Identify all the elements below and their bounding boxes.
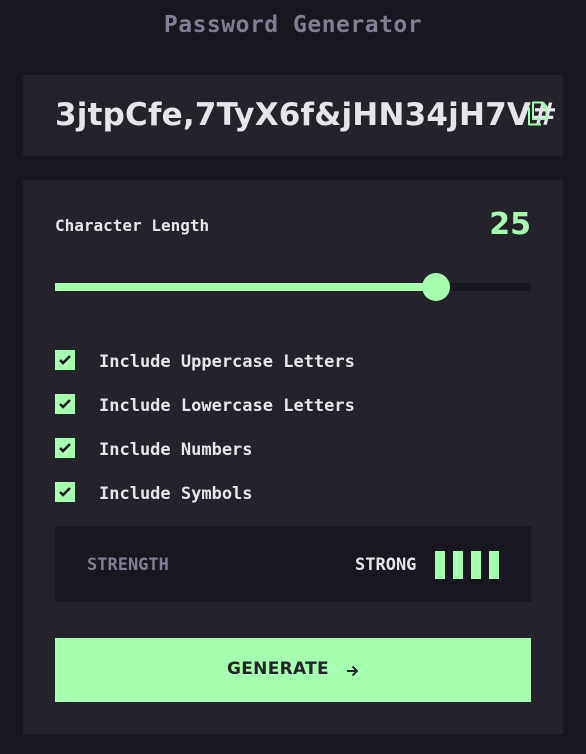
option-numbers[interactable]: Include Numbers <box>55 438 531 460</box>
slider-thumb[interactable] <box>421 273 450 301</box>
checkbox-symbols[interactable] <box>55 482 75 502</box>
option-uppercase[interactable]: Include Uppercase Letters <box>55 350 531 372</box>
password-display: 3jtpCfe,7TyX6f&jHN34jH7V# <box>23 75 563 156</box>
option-lowercase[interactable]: Include Lowercase Letters <box>55 394 531 416</box>
password-text: 3jtpCfe,7TyX6f&jHN34jH7V# <box>55 97 558 133</box>
check-icon <box>59 443 71 453</box>
checkbox-uppercase[interactable] <box>55 350 75 370</box>
character-length-value: 25 <box>489 207 531 242</box>
option-symbols-label: Include Symbols <box>99 484 253 504</box>
option-symbols[interactable]: Include Symbols <box>55 482 531 504</box>
strength-label: STRENGTH <box>87 555 169 575</box>
option-lowercase-label: Include Lowercase Letters <box>99 396 355 416</box>
strength-meter: STRENGTH STRONG <box>55 526 531 602</box>
strength-bar <box>489 551 499 579</box>
arrow-right-icon <box>347 665 358 677</box>
settings-panel: Character Length 25 Include Uppercase Le… <box>23 180 563 734</box>
character-length-slider[interactable] <box>55 273 531 301</box>
generate-button[interactable]: GENERATE <box>55 638 531 702</box>
check-icon <box>59 355 71 365</box>
checkbox-lowercase[interactable] <box>55 394 75 414</box>
option-numbers-label: Include Numbers <box>99 440 253 460</box>
page-title: Password Generator <box>163 12 423 38</box>
strength-bar <box>471 551 481 579</box>
check-icon <box>59 399 71 409</box>
strength-bar <box>435 551 445 579</box>
character-length-label: Character Length <box>55 216 210 235</box>
strength-value: STRONG <box>355 555 417 575</box>
check-icon <box>59 487 71 497</box>
copy-icon[interactable] <box>526 101 548 126</box>
slider-fill <box>55 283 436 291</box>
checkbox-numbers[interactable] <box>55 438 75 458</box>
generate-label: GENERATE <box>227 659 329 679</box>
option-uppercase-label: Include Uppercase Letters <box>99 352 355 372</box>
strength-bar <box>453 551 463 579</box>
